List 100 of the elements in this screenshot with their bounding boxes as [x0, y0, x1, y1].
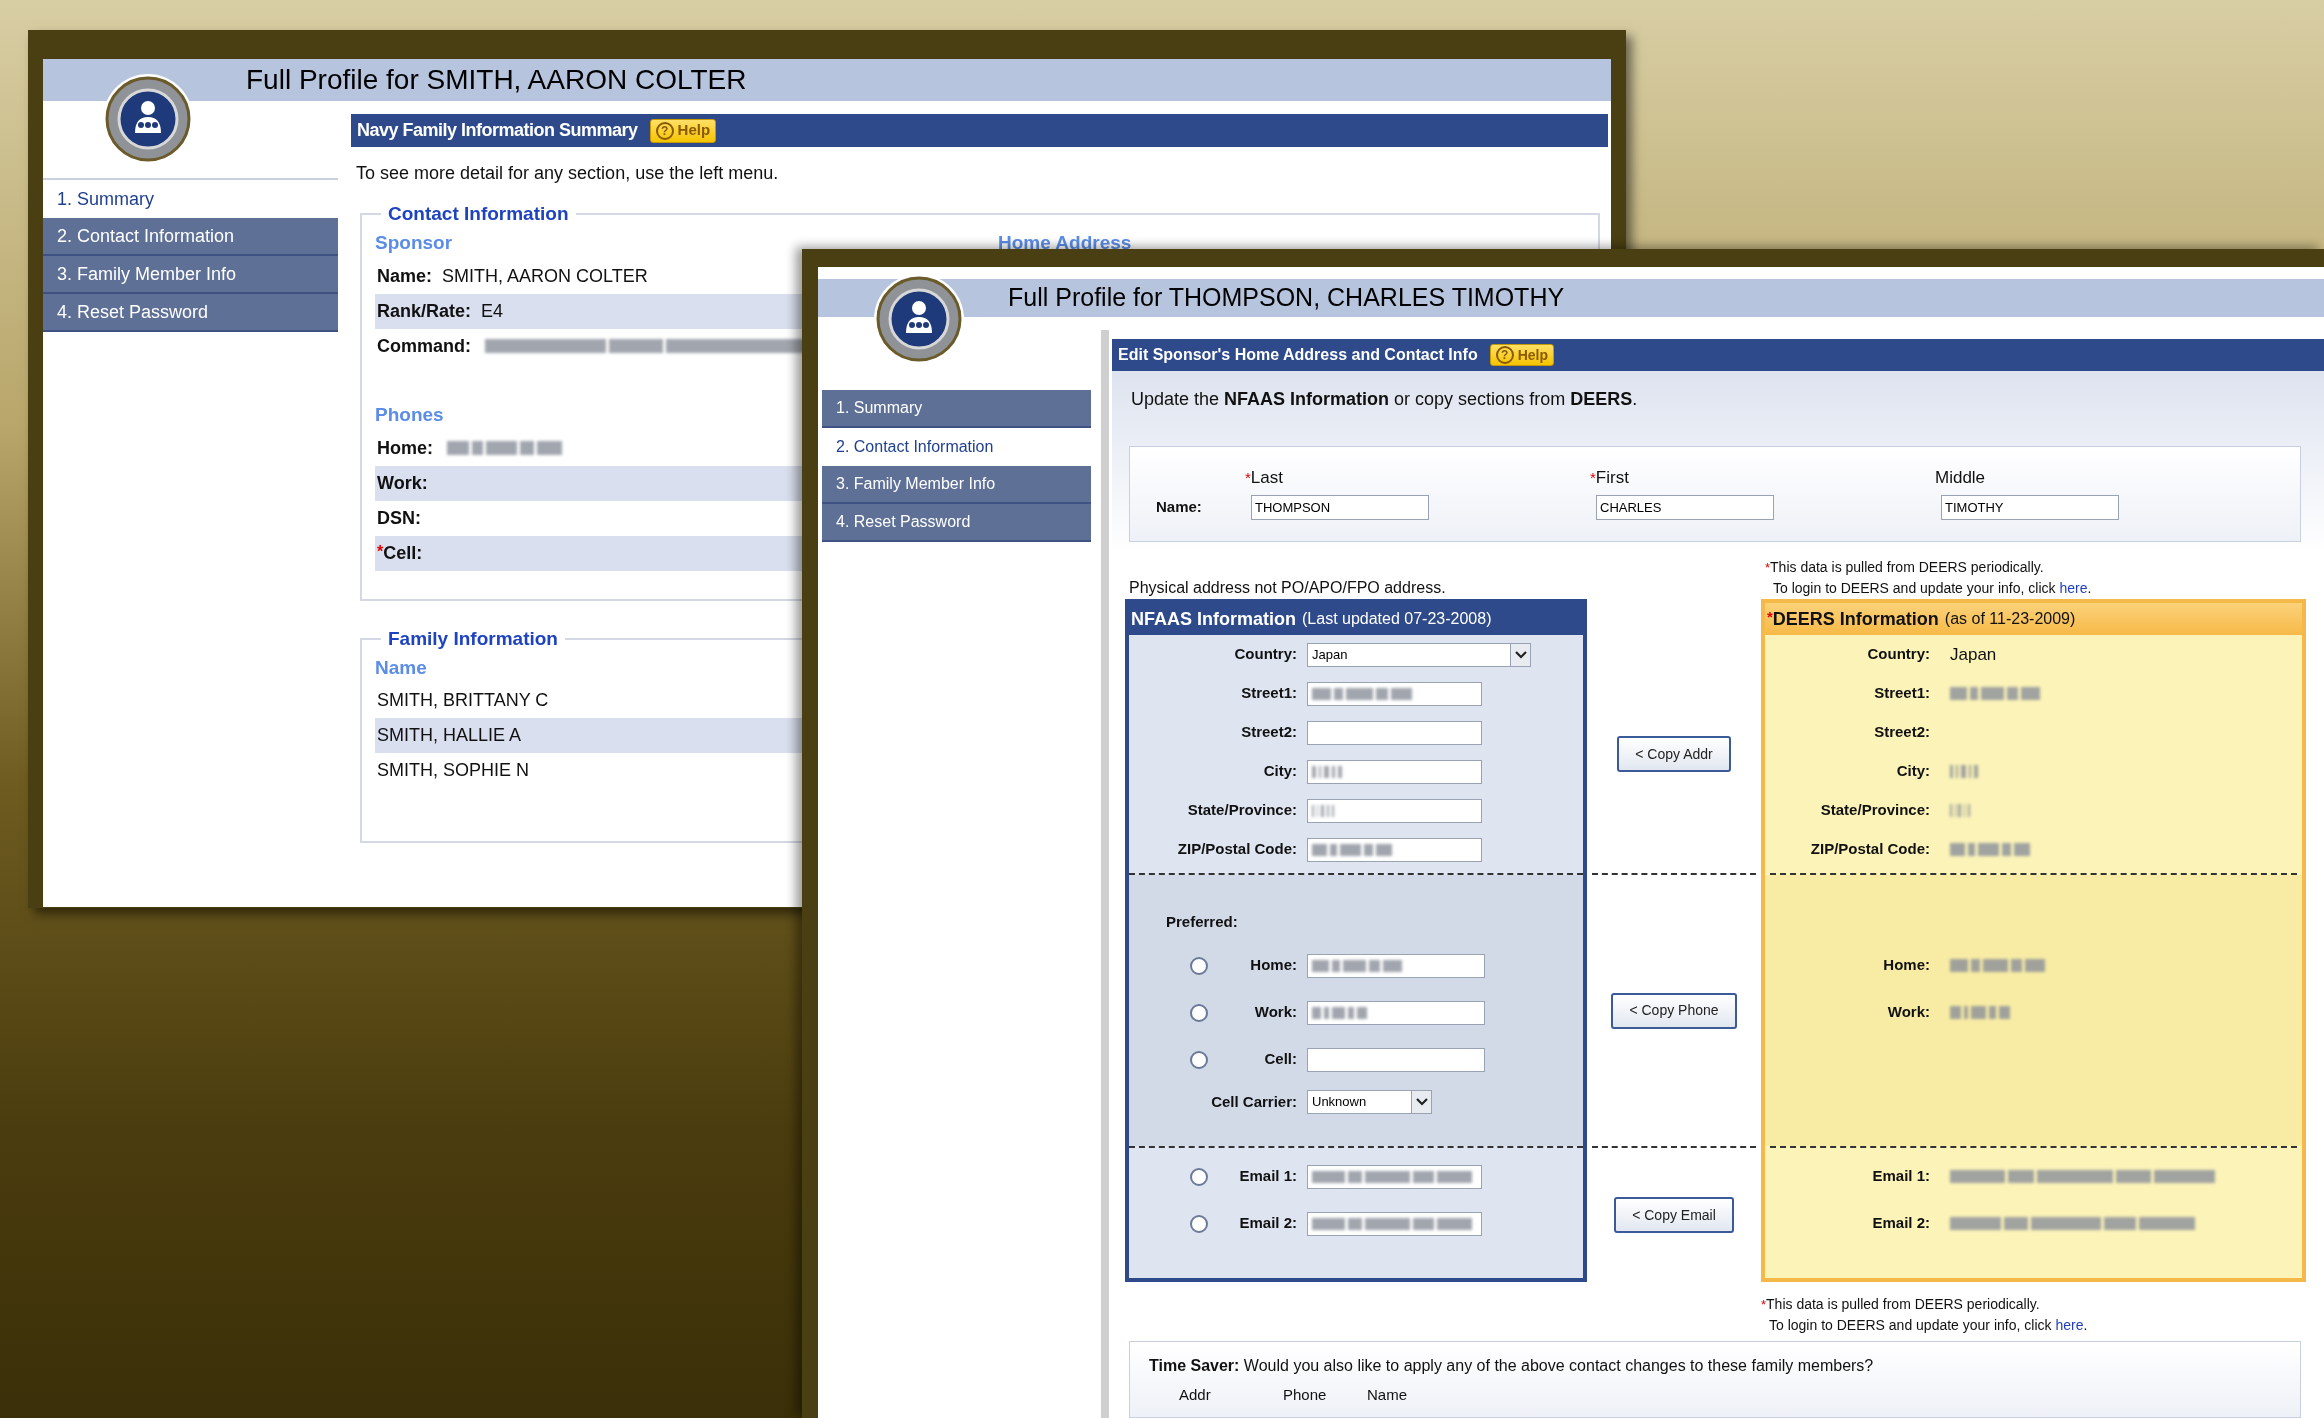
- field-label: Street1:: [1240, 683, 1297, 704]
- text-field[interactable]: [1307, 837, 1482, 862]
- family-member-name: SMITH, HALLIE A: [377, 724, 522, 747]
- field-label: State/Province:: [1186, 800, 1297, 821]
- field-label: Cell Carrier:: [1210, 1091, 1297, 1112]
- menu-item[interactable]: 2. Contact Information: [43, 218, 338, 256]
- field-label: *First: [1590, 467, 1629, 489]
- field-label: Rank/Rate:: [377, 299, 472, 323]
- text-field[interactable]: [1307, 1000, 1485, 1025]
- help-button[interactable]: ? Help: [1489, 344, 1555, 366]
- dropdown[interactable]: Unknown: [1307, 1090, 1432, 1114]
- time-saver-text: Time Saver: Would you also like to apply any of the above contact changes to these family members?: [1149, 1356, 1875, 1376]
- section-title: Navy Family Information Summary: [357, 119, 638, 142]
- field-label: Work:: [1886, 1002, 1930, 1023]
- field-label: Home:: [1249, 955, 1297, 976]
- radio-button[interactable]: [1190, 956, 1208, 975]
- menu-item[interactable]: 4. Reset Password: [43, 294, 338, 332]
- field-label: Country:: [1866, 644, 1930, 665]
- text-field[interactable]: [1307, 759, 1482, 784]
- text-field[interactable]: [1307, 681, 1482, 706]
- note-text: To login to DEERS and update your info, click here.: [1768, 1316, 2089, 1335]
- page-title: Full Profile for THOMPSON, CHARLES TIMOTHY: [1008, 282, 1565, 314]
- address-note: Physical address not PO/APO/FPO address.: [1129, 578, 1447, 598]
- text-field[interactable]: [1307, 1164, 1482, 1189]
- field-label: ZIP/Postal Code:: [1176, 839, 1297, 860]
- text-field[interactable]: THOMPSON: [1251, 495, 1429, 520]
- help-button[interactable]: ? Help: [649, 118, 717, 143]
- section-heading: Sponsor: [375, 231, 454, 256]
- copy-button[interactable]: < Copy Email: [1614, 1197, 1734, 1233]
- field-label: Work:: [1253, 1002, 1297, 1023]
- panel-subtitle: (as of 11-23-2009): [1944, 609, 2076, 629]
- radio-button[interactable]: [1190, 1050, 1208, 1069]
- field-label: Middle: [1935, 467, 1986, 489]
- field-value: SMITH, AARON COLTER: [442, 264, 648, 288]
- copy-button[interactable]: < Copy Phone: [1611, 992, 1737, 1029]
- field-label: Preferred:: [1165, 912, 1239, 932]
- field-label: Cell:: [1263, 1049, 1297, 1070]
- text-field[interactable]: TIMOTHY: [1941, 495, 2119, 520]
- field-label: Home:: [1882, 955, 1930, 976]
- text-field[interactable]: [1307, 953, 1485, 978]
- blurred-value: [1312, 765, 1342, 778]
- section-heading: Phones: [375, 403, 444, 428]
- field-label: Name:: [377, 264, 433, 288]
- family-member-name: SMITH, BRITTANY C: [377, 689, 549, 712]
- menu-item[interactable]: 4. Reset Password: [822, 504, 1091, 542]
- panel-title: *DEERS Information: [1767, 606, 1939, 631]
- note-text: *This data is pulled from DEERS periodically.: [1765, 558, 2045, 577]
- dropdown[interactable]: Japan: [1307, 642, 1531, 667]
- family-member-name: SMITH, SOPHIE N: [377, 759, 529, 782]
- radio-button[interactable]: [1190, 1214, 1208, 1233]
- radio-button[interactable]: [1190, 1003, 1208, 1022]
- field-label: *Last: [1245, 467, 1283, 489]
- blurred-value: [1312, 804, 1334, 817]
- field-value: Japan: [1950, 643, 1997, 666]
- menu-item[interactable]: 3. Family Member Info: [822, 466, 1091, 504]
- radio-button[interactable]: [1190, 1167, 1208, 1186]
- section-title: Edit Sponsor's Home Address and Contact Info: [1118, 345, 1478, 365]
- field-label: Work:: [377, 471, 428, 495]
- question-icon: ?: [1495, 346, 1514, 364]
- column-header: Phone: [1283, 1385, 1328, 1405]
- field-label: Email 2:: [1871, 1213, 1930, 1234]
- field-value: E4: [481, 299, 504, 323]
- column-header: Name: [1367, 1385, 1407, 1405]
- field-label: Email 1:: [1238, 1166, 1297, 1187]
- field-label: Home:: [377, 436, 433, 460]
- field-label: Street2:: [1240, 722, 1297, 743]
- field-label: Email 2:: [1238, 1213, 1297, 1234]
- text-field[interactable]: CHARLES: [1596, 495, 1774, 520]
- menu-item[interactable]: 3. Family Member Info: [43, 256, 338, 294]
- chevron-down-icon: [1510, 643, 1530, 666]
- field-label: ZIP/Postal Code:: [1809, 839, 1930, 860]
- field-label: State/Province:: [1819, 800, 1930, 821]
- field-label: City:: [1895, 761, 1930, 782]
- field-label: Street2:: [1873, 722, 1930, 743]
- field-label: *Cell:: [377, 541, 423, 565]
- intro-text: To see more detail for any section, use the left menu.: [355, 162, 780, 184]
- text-field[interactable]: [1307, 1047, 1485, 1072]
- field-label: Country:: [1233, 644, 1297, 665]
- note-text: *This data is pulled from DEERS periodically.: [1761, 1295, 2041, 1314]
- field-label: Command:: [377, 334, 471, 358]
- intro-text: Update the NFAAS Information or copy sections from DEERS.: [1130, 388, 1639, 411]
- section-heading: Home Address: [998, 231, 1132, 256]
- text-field[interactable]: [1307, 720, 1482, 745]
- field-label: DSN:: [377, 506, 421, 530]
- blurred-value: [1950, 804, 1970, 817]
- question-icon: ?: [655, 121, 674, 140]
- field-label: Name:: [1155, 497, 1203, 518]
- field-label: Email 1:: [1871, 1166, 1930, 1187]
- copy-button[interactable]: < Copy Addr: [1617, 736, 1731, 772]
- blurred-value: [1950, 1006, 2010, 1019]
- menu-item[interactable]: 1. Summary: [822, 390, 1091, 428]
- blurred-value: [1312, 1006, 1367, 1019]
- fieldset-legend: Family Information: [381, 624, 565, 653]
- chevron-down-icon: [1411, 1091, 1431, 1113]
- text-field[interactable]: [1307, 798, 1482, 823]
- page-title: Full Profile for SMITH, AARON COLTER: [246, 63, 747, 97]
- note-text: To login to DEERS and update your info, click here.: [1772, 579, 2092, 598]
- column-header: Addr: [1178, 1385, 1212, 1405]
- blurred-value: [1950, 765, 1978, 778]
- text-field[interactable]: [1307, 1211, 1482, 1236]
